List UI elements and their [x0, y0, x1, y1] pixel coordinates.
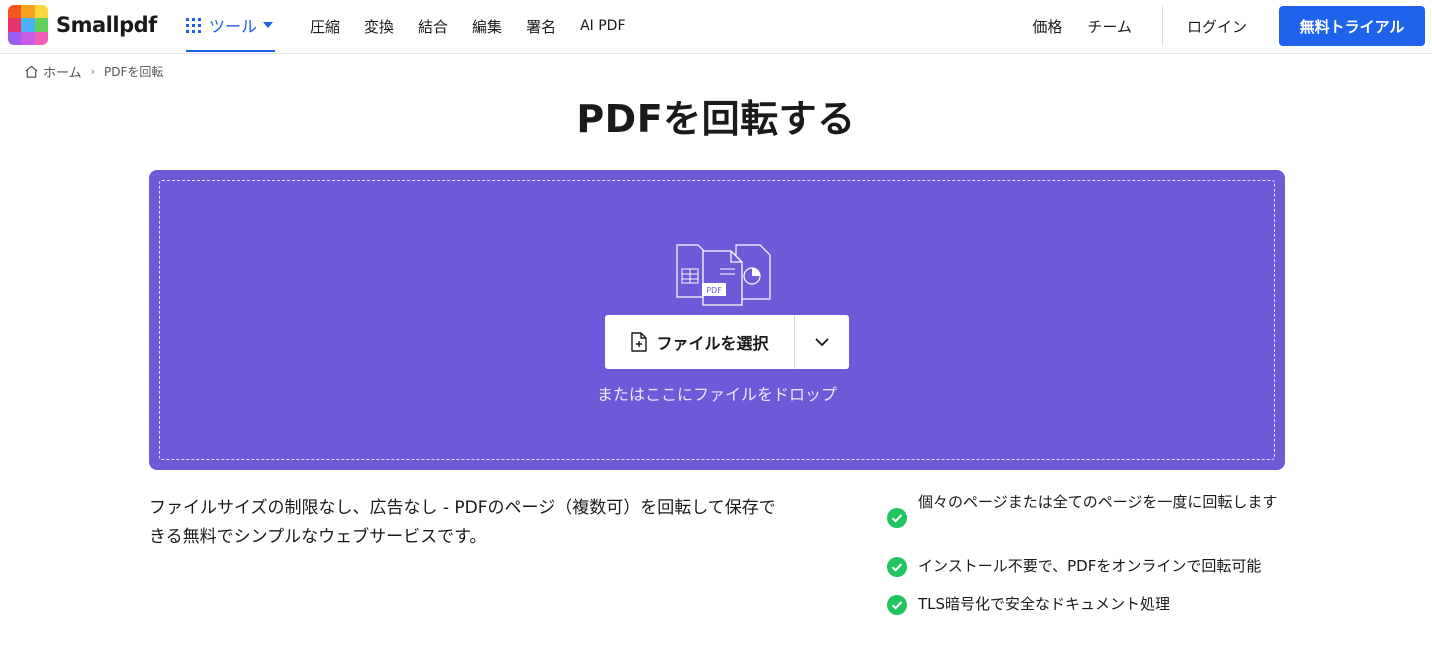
- nav-edit[interactable]: 編集: [472, 16, 502, 37]
- choose-file-label: ファイルを選択: [656, 334, 769, 353]
- file-source-dropdown-button[interactable]: [795, 315, 849, 369]
- tools-menu-label: ツール: [209, 17, 258, 36]
- breadcrumb-home[interactable]: ホーム: [43, 62, 82, 81]
- chevron-down-icon: [815, 337, 829, 346]
- drop-hint-text: またはここにファイルをドロップ: [596, 385, 837, 404]
- file-dropzone[interactable]: PDF ファイルを選択 またはここにファイルをドロップ: [149, 170, 1285, 470]
- nav-ai-pdf[interactable]: AI PDF: [580, 18, 625, 34]
- check-circle-icon: [887, 557, 907, 577]
- grid-icon: [186, 17, 201, 33]
- nav-pricing[interactable]: 価格: [1032, 16, 1062, 37]
- right-nav: 価格 チーム ログイン 無料トライアル: [1032, 0, 1432, 52]
- top-header: Smallpdf ツール 圧縮 変換 結合 編集 署名 AI PDF 価格 チー…: [0, 0, 1432, 54]
- nav-team[interactable]: チーム: [1087, 16, 1132, 37]
- nav-convert[interactable]: 変換: [364, 16, 394, 37]
- documents-illustration-icon: PDF: [676, 244, 771, 306]
- feature-text: インストール不要で、PDFをオンラインで回転可能: [918, 557, 1262, 575]
- feature-text: 個々のページまたは全てのページを一度に回転します: [918, 493, 1278, 511]
- dropzone-dashed-border: PDF ファイルを選択 またはここにファイルをドロップ: [159, 180, 1275, 460]
- feature-item: インストール不要で、PDFをオンラインで回転可能: [887, 554, 1287, 592]
- choose-file-button[interactable]: ファイルを選択: [605, 315, 795, 369]
- nav-merge[interactable]: 結合: [418, 16, 448, 37]
- smallpdf-logo[interactable]: Smallpdf: [8, 5, 157, 45]
- tools-menu-button[interactable]: ツール: [186, 0, 276, 52]
- nav-sign[interactable]: 署名: [526, 16, 556, 37]
- feature-item: TLS暗号化で安全なドキュメント処理: [887, 592, 1287, 630]
- nav-compress[interactable]: 圧縮: [310, 16, 340, 37]
- logo-mark-icon: [8, 5, 48, 45]
- pdf-badge-text: PDF: [706, 286, 722, 295]
- main-nav: 圧縮 変換 結合 編集 署名 AI PDF: [310, 0, 650, 52]
- free-trial-button[interactable]: 無料トライアル: [1279, 6, 1425, 46]
- caret-down-icon: [263, 22, 274, 28]
- file-add-icon: [631, 332, 648, 352]
- login-link[interactable]: ログイン: [1187, 16, 1247, 37]
- header-divider: [1161, 6, 1163, 46]
- feature-list: 個々のページまたは全てのページを一度に回転します インストール不要で、PDFをオ…: [887, 490, 1287, 630]
- check-circle-icon: [887, 508, 907, 528]
- check-circle-icon: [887, 595, 907, 615]
- breadcrumb: ホーム › PDFを回転: [24, 62, 163, 81]
- page-title: PDFを回転する: [576, 97, 856, 141]
- feature-text: TLS暗号化で安全なドキュメント処理: [918, 595, 1171, 613]
- tool-description: ファイルサイズの制限なし、広告なし - PDFのページ（複数可）を回転して保存で…: [149, 498, 776, 547]
- chevron-right-icon: ›: [90, 65, 96, 78]
- feature-item: 個々のページまたは全てのページを一度に回転します: [887, 490, 1287, 554]
- logo-text: Smallpdf: [56, 13, 157, 37]
- home-icon: [25, 65, 38, 78]
- breadcrumb-current: PDFを回転: [104, 65, 164, 79]
- file-select-group: ファイルを選択: [605, 315, 849, 369]
